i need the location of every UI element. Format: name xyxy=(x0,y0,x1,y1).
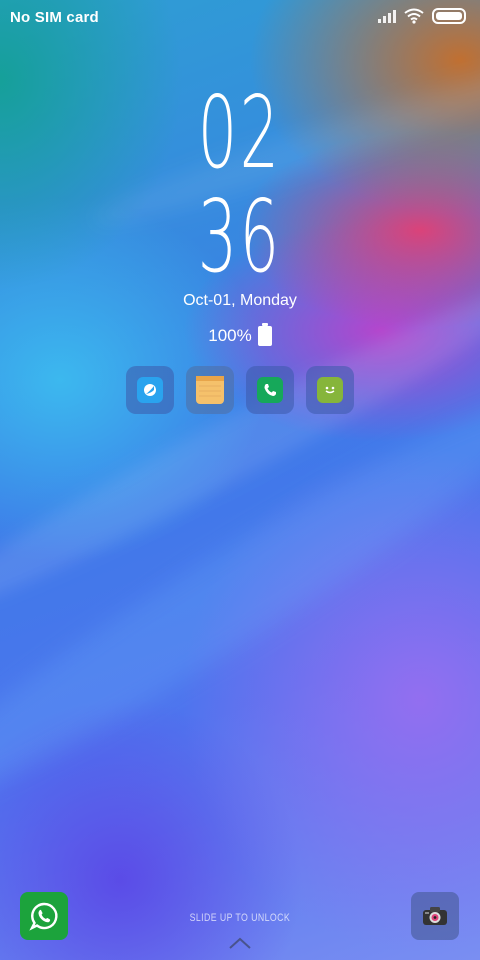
shortcut-phone[interactable] xyxy=(246,366,294,414)
chevron-up-icon[interactable] xyxy=(228,936,252,950)
battery-status: 100% xyxy=(0,323,480,346)
unlock-hint: SLIDE UP TO UNLOCK xyxy=(0,912,480,924)
shortcut-browser[interactable] xyxy=(126,366,174,414)
notes-icon xyxy=(196,376,224,404)
unlock-hint-text: SLIDE UP TO UNLOCK xyxy=(189,912,291,924)
battery-full-icon xyxy=(257,323,272,346)
lockscreen-shortcuts xyxy=(0,366,480,414)
clock-minute-digits: 36 xyxy=(198,178,282,295)
shortcut-notes[interactable] xyxy=(186,366,234,414)
battery-percent: 100% xyxy=(208,326,252,345)
status-bar: No SIM card xyxy=(0,0,480,34)
clock-hour: 02 xyxy=(0,78,480,188)
browser-icon xyxy=(137,377,163,403)
messages-icon xyxy=(317,377,343,403)
clock-hour-digits: 02 xyxy=(198,74,282,191)
carrier-label: No SIM card xyxy=(10,9,99,26)
signal-icon xyxy=(378,9,396,23)
status-icons xyxy=(378,8,466,24)
shortcut-messages[interactable] xyxy=(306,366,354,414)
camera-shortcut[interactable] xyxy=(411,892,459,940)
wifi-icon xyxy=(404,8,424,24)
date-label: Oct-01, Monday xyxy=(183,292,297,309)
clock-minute: 36 xyxy=(0,182,480,292)
battery-icon xyxy=(432,8,466,24)
camera-icon xyxy=(423,907,447,925)
phone-icon xyxy=(257,377,283,403)
